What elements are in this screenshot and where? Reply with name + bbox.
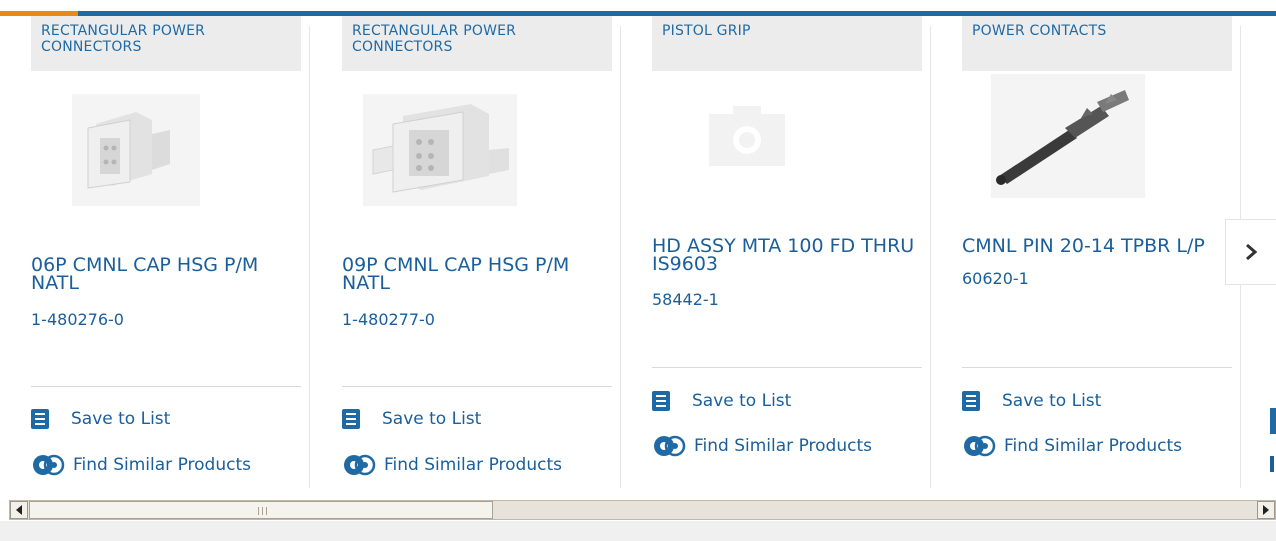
product-part-number[interactable]: 60620-1 [962, 269, 1029, 288]
carousel-next-button[interactable] [1225, 219, 1276, 285]
arrow-left-icon [16, 505, 22, 515]
card-separator [309, 26, 310, 488]
product-title[interactable]: 09P CMNL CAP HSG P/M NATL [342, 256, 612, 293]
product-image[interactable] [359, 90, 529, 210]
find-similar-button[interactable]: Find Similar Products [342, 453, 562, 477]
product-card: POWER CONTACTS CMNL PIN 20-14 TPBR L/P 6… [931, 16, 1241, 496]
find-similar-button[interactable]: Find Similar Products [962, 434, 1182, 458]
scrollbar-thumb[interactable] [29, 501, 493, 519]
product-category[interactable]: POWER CONTACTS [962, 16, 1232, 71]
product-part-number[interactable]: 58442-1 [652, 290, 719, 309]
arrow-right-icon [1263, 505, 1269, 515]
product-category[interactable]: PISTOL GRIP [652, 16, 922, 71]
horizontal-scrollbar[interactable] [9, 500, 1276, 520]
save-to-list-button[interactable]: Save to List [962, 391, 1101, 411]
similar-products-icon [964, 435, 996, 457]
chevron-right-icon [1246, 243, 1258, 261]
find-similar-label: Find Similar Products [384, 455, 562, 475]
product-card: RECTANGULAR POWER CONNECTORS 06P CMNL CA… [0, 16, 310, 496]
find-similar-label: Find Similar Products [694, 436, 872, 456]
product-category[interactable]: RECTANGULAR POWER CONNECTORS [342, 16, 612, 71]
product-part-number[interactable]: 1-480276-0 [31, 310, 124, 329]
checklist-icon [31, 409, 49, 429]
similar-products-icon [654, 435, 686, 457]
product-carousel: RECTANGULAR POWER CONNECTORS 06P CMNL CA… [0, 16, 1276, 496]
product-image[interactable] [979, 72, 1149, 198]
save-to-list-label: Save to List [692, 391, 792, 411]
scrollbar-grip [258, 507, 267, 515]
save-to-list-label: Save to List [382, 409, 482, 429]
product-image[interactable] [669, 90, 839, 210]
save-to-list-button[interactable]: Save to List [342, 409, 481, 429]
card-divider [652, 367, 922, 368]
find-similar-label: Find Similar Products [73, 455, 251, 475]
product-title[interactable]: 06P CMNL CAP HSG P/M NATL [31, 256, 301, 293]
scroll-right-button[interactable] [1257, 501, 1275, 519]
checklist-icon [342, 409, 360, 429]
card-divider [342, 386, 612, 387]
save-to-list-button[interactable]: Save to List [31, 409, 170, 429]
similar-products-icon [344, 454, 376, 476]
camera-placeholder-icon [709, 106, 785, 166]
save-to-list-button[interactable]: Save to List [652, 391, 791, 411]
product-title[interactable]: CMNL PIN 20-14 TPBR L/P [962, 237, 1232, 256]
page-footer-area [0, 521, 1276, 541]
product-category[interactable]: RECTANGULAR POWER CONNECTORS [31, 16, 301, 71]
checklist-icon [652, 391, 670, 411]
product-part-number[interactable]: 1-480277-0 [342, 310, 435, 329]
product-card: PISTOL GRIP HD ASSY MTA 100 FD THRU IS96… [621, 16, 931, 496]
next-card-partial-icon [1270, 456, 1274, 472]
find-similar-label: Find Similar Products [1004, 436, 1182, 456]
save-to-list-label: Save to List [71, 409, 171, 429]
checklist-icon [962, 391, 980, 411]
product-title[interactable]: HD ASSY MTA 100 FD THRU IS9603 [652, 237, 922, 274]
card-divider [31, 386, 301, 387]
product-card: RECTANGULAR POWER CONNECTORS 09P CMNL CA… [311, 16, 621, 496]
scroll-left-button[interactable] [10, 501, 28, 519]
next-card-partial-icon [1270, 408, 1276, 434]
card-divider [962, 367, 1232, 368]
find-similar-button[interactable]: Find Similar Products [31, 453, 251, 477]
save-to-list-label: Save to List [1002, 391, 1102, 411]
find-similar-button[interactable]: Find Similar Products [652, 434, 872, 458]
similar-products-icon [33, 454, 65, 476]
product-image[interactable] [48, 90, 218, 210]
